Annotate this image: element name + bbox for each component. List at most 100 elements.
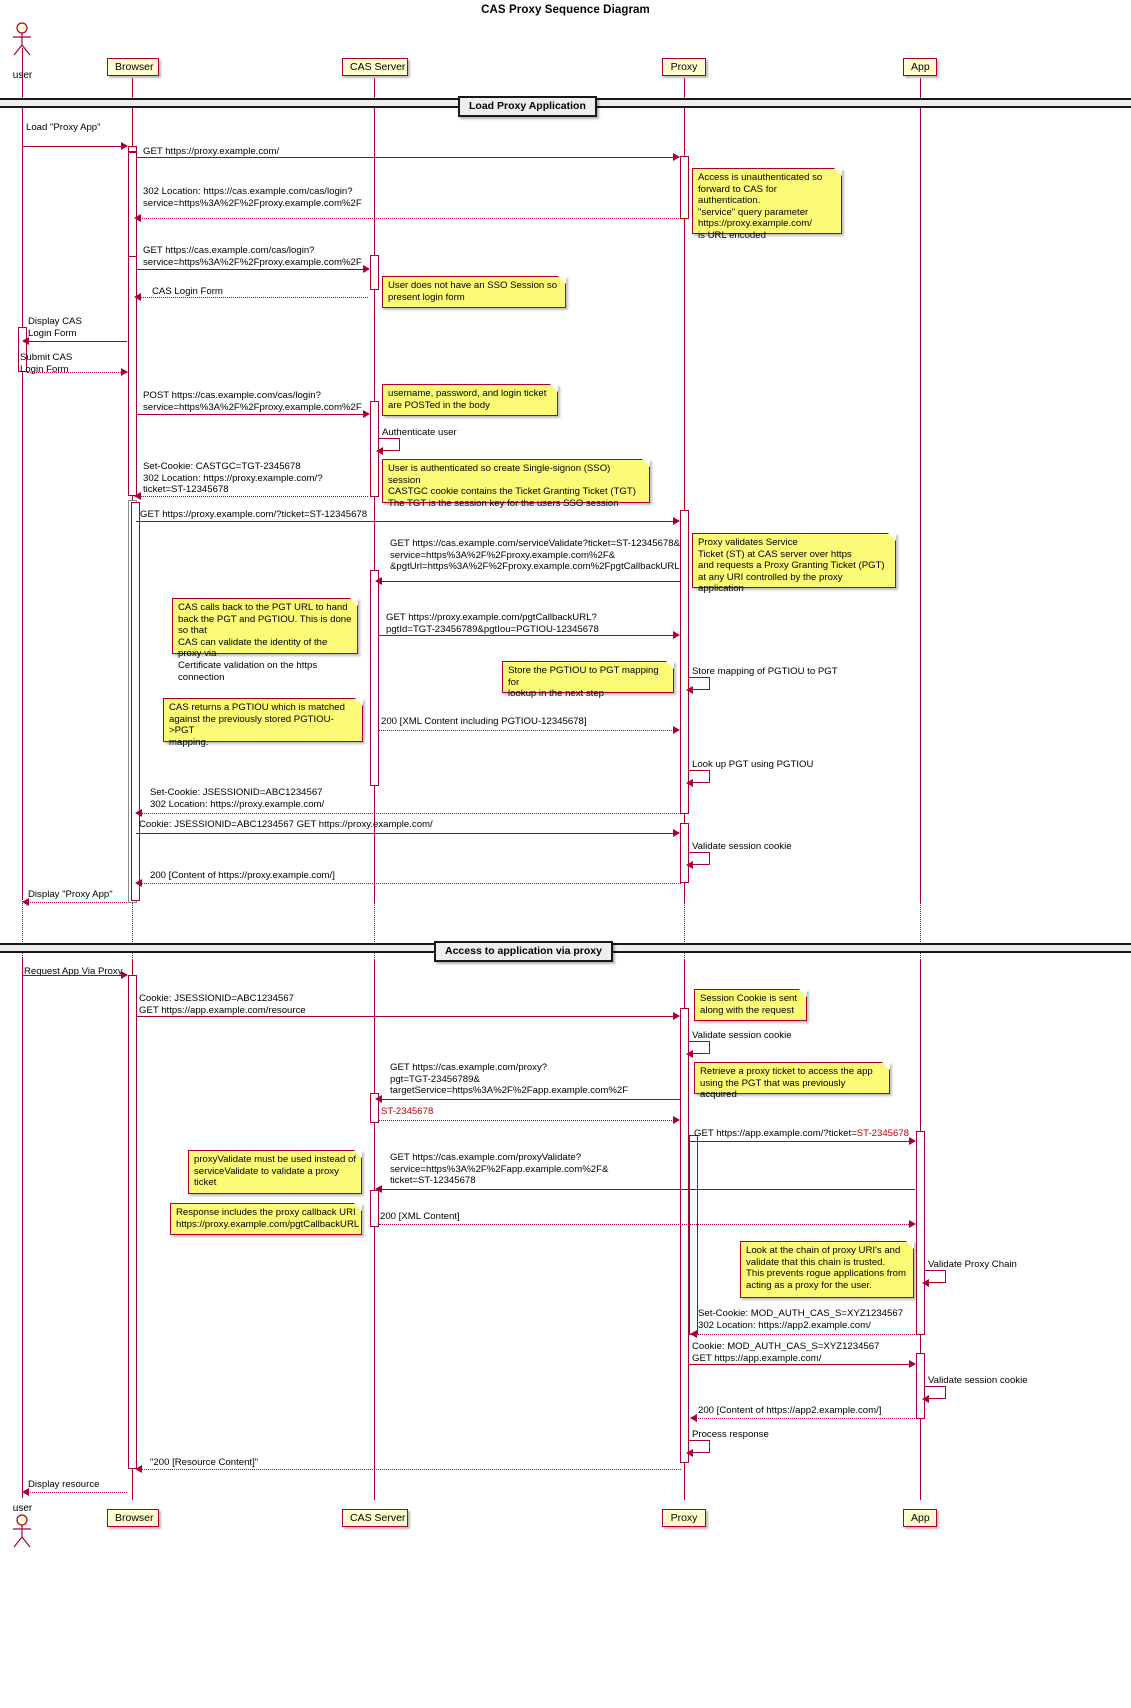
message-arrow-m30 xyxy=(922,1279,929,1287)
note-n9: Session Cookie is sent along with the re… xyxy=(694,989,807,1021)
message-label-m17: Set-Cookie: JSESSIONID=ABC1234567 302 Lo… xyxy=(150,787,325,810)
participant-cas-bottom[interactable]: CAS Server xyxy=(342,1509,408,1527)
message-line-m17 xyxy=(139,813,681,814)
message-arrow-m27 xyxy=(909,1137,916,1145)
message-label-m5: CAS Login Form xyxy=(152,286,223,297)
message-line-m3 xyxy=(138,218,681,219)
message-label-m8: POST https://cas.example.com/cas/login? … xyxy=(143,390,362,413)
participant-proxy-top[interactable]: Proxy xyxy=(662,58,706,76)
message-arrow-m10 xyxy=(134,492,141,500)
actor-user-top-label: user xyxy=(12,70,33,81)
activation-browser-3 xyxy=(128,256,137,496)
message-line-m28 xyxy=(379,1189,915,1190)
message-label-m25: GET https://cas.example.com/proxy? pgt=T… xyxy=(390,1062,629,1096)
sequence-diagram-canvas: CAS Proxy Sequence Diagram user Browser … xyxy=(0,0,1131,1708)
message-arrow-m21 xyxy=(22,898,29,906)
activation-proxy-2 xyxy=(680,510,689,814)
message-label-m27-ticket: ST-2345678 xyxy=(856,1128,910,1139)
message-arrow-m24 xyxy=(686,1050,693,1058)
message-arrow-m28 xyxy=(375,1185,382,1193)
message-arrow-m36 xyxy=(135,1465,142,1473)
message-line-m2 xyxy=(137,157,676,158)
message-label-m18: Cookie: JSESSIONID=ABC1234567 GET https:… xyxy=(139,819,433,830)
message-line-m6 xyxy=(26,341,127,342)
message-label-m1: Load "Proxy App" xyxy=(26,122,101,133)
message-line-m27 xyxy=(689,1141,913,1142)
participant-app-bottom[interactable]: App xyxy=(903,1509,937,1527)
message-line-m18 xyxy=(136,833,676,834)
message-label-m4: GET https://cas.example.com/cas/login? s… xyxy=(143,245,362,268)
message-arrow-m26 xyxy=(673,1116,680,1124)
message-arrow-m12 xyxy=(375,577,382,585)
message-line-m15 xyxy=(379,730,676,731)
message-arrow-m23 xyxy=(673,1012,680,1020)
actor-user-top xyxy=(8,22,38,63)
message-line-m20 xyxy=(139,883,681,884)
activation-proxy-5 xyxy=(689,1135,698,1335)
message-arrow-m20 xyxy=(135,879,142,887)
message-arrow-m37 xyxy=(22,1488,29,1496)
participant-app-top[interactable]: App xyxy=(903,58,937,76)
message-line-m4 xyxy=(137,269,367,270)
user-actor-icon-bottom xyxy=(13,1514,31,1548)
note-n2: User does not have an SSO Session so pre… xyxy=(382,276,566,308)
lifeline-app xyxy=(920,78,921,902)
message-line-m21 xyxy=(26,902,127,903)
message-arrow-m22 xyxy=(121,971,128,979)
message-label-m21: Display "Proxy App" xyxy=(28,889,113,900)
note-n8: CAS returns a PGTIOU which is matched ag… xyxy=(163,698,363,748)
message-label-m30: Validate Proxy Chain xyxy=(928,1259,1017,1270)
message-label-m27: GET https://app.example.com/?ticket=ST-2… xyxy=(694,1128,909,1140)
message-label-m16: Look up PGT using PGTIOU xyxy=(692,759,814,770)
message-arrow-m15 xyxy=(673,726,680,734)
message-label-m27-text: GET https://app.example.com/?ticket= xyxy=(694,1128,857,1139)
activation-app-1 xyxy=(916,1131,925,1335)
message-label-m28: GET https://cas.example.com/proxyValidat… xyxy=(390,1152,609,1186)
participant-proxy-bottom[interactable]: Proxy xyxy=(662,1509,706,1527)
message-line-m31 xyxy=(694,1334,915,1335)
note-n10: Retrieve a proxy ticket to access the ap… xyxy=(694,1062,890,1100)
message-arrow-m32 xyxy=(909,1360,916,1368)
note-n7: Store the PGTIOU to PGT mapping for look… xyxy=(502,661,674,699)
participant-browser-bottom[interactable]: Browser xyxy=(107,1509,159,1527)
lifeline-user xyxy=(22,48,23,898)
message-label-m3: 302 Location: https://cas.example.com/ca… xyxy=(143,186,362,209)
activation-cas-3 xyxy=(370,570,379,786)
message-line-m1 xyxy=(22,146,125,147)
message-line-m13 xyxy=(379,635,676,636)
message-arrow-m2 xyxy=(673,153,680,161)
message-line-m32 xyxy=(689,1364,913,1365)
group-label-load-proxy-application: Load Proxy Application xyxy=(458,96,597,117)
message-arrow-m35 xyxy=(686,1449,693,1457)
actor-user-bottom xyxy=(8,1514,38,1555)
message-line-m10 xyxy=(138,496,368,497)
message-line-m25 xyxy=(379,1099,681,1100)
activation-browser-5 xyxy=(131,502,140,901)
participant-cas-top[interactable]: CAS Server xyxy=(342,58,408,76)
participant-browser-top[interactable]: Browser xyxy=(107,58,159,76)
activation-cas-1 xyxy=(370,255,379,290)
activation-cas-5 xyxy=(370,1190,379,1227)
actor-user-bottom-label: user xyxy=(12,1503,33,1514)
message-arrow-m1 xyxy=(121,142,128,150)
message-arrow-m4 xyxy=(363,265,370,273)
note-n12: Response includes the proxy callback URI… xyxy=(170,1203,362,1235)
message-arrow-m14 xyxy=(686,686,693,694)
message-label-m3-text: 302 Location: https://cas.example.com/ca… xyxy=(143,186,362,209)
message-line-m8 xyxy=(137,414,367,415)
lifeline-user-b xyxy=(22,958,23,1498)
message-arrow-m29 xyxy=(909,1220,916,1228)
message-label-m23: Cookie: JSESSIONID=ABC1234567 GET https:… xyxy=(139,993,306,1016)
message-label-m11: GET https://proxy.example.com/?ticket=ST… xyxy=(140,509,368,520)
message-arrow-m31 xyxy=(690,1330,697,1338)
user-actor-icon xyxy=(13,22,31,56)
message-line-m29 xyxy=(379,1224,913,1225)
message-arrow-m17 xyxy=(135,809,142,817)
message-label-m32: Cookie: MOD_AUTH_CAS_S=XYZ1234567 GET ht… xyxy=(692,1341,880,1364)
message-arrow-m19 xyxy=(686,861,693,869)
message-arrow-m33 xyxy=(922,1395,929,1403)
message-arrow-m9 xyxy=(376,447,383,455)
message-arrow-m6 xyxy=(22,337,29,345)
note-n13: Look at the chain of proxy URI's and val… xyxy=(740,1241,914,1298)
message-label-m15: 200 [XML Content including PGTIOU-123456… xyxy=(381,716,587,727)
